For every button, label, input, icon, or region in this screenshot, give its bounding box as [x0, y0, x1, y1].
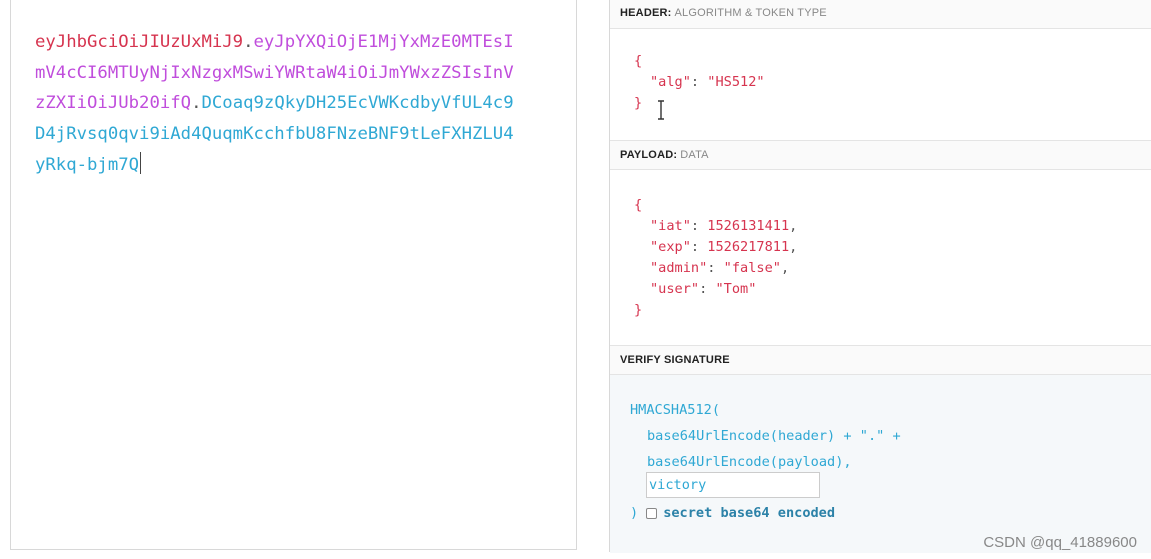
verify-line-header: base64UrlEncode(header) + "." +	[647, 428, 901, 444]
payload-subtitle: DATA	[680, 149, 709, 161]
text-caret	[140, 151, 142, 174]
header-title: HEADER:	[620, 7, 672, 19]
verify-code: HMACSHA512( base64UrlEncode(header) + ".…	[630, 397, 901, 475]
secret-input[interactable]	[646, 472, 820, 498]
separator-dot: .	[191, 93, 202, 114]
encoded-header-segment: eyJhbGciOiJIUzUxMiJ9	[35, 32, 244, 52]
closing-paren: )	[630, 505, 639, 521]
payload-title: PAYLOAD:	[620, 149, 678, 161]
watermark: CSDN @qq_41889600	[983, 534, 1137, 551]
close-brace: }	[634, 302, 643, 318]
header-section-title: HEADER: ALGORITHM & TOKEN TYPE	[610, 0, 1151, 29]
payload-json-editor[interactable]: { "iat": 1526131411, "exp": 1526217811, …	[634, 195, 797, 321]
open-brace: {	[634, 53, 643, 69]
text-cursor-icon	[658, 100, 664, 120]
verify-section-title: VERIFY SIGNATURE	[610, 345, 1151, 375]
encoded-token-textarea[interactable]: eyJhbGciOiJIUzUxMiJ9.eyJpYXQiOjE1MjYxMzE…	[35, 27, 515, 181]
payload-section-title: PAYLOAD: DATA	[610, 140, 1151, 170]
json-field-alg: "alg": "HS512"	[650, 74, 765, 90]
verify-signature-body: HMACSHA512( base64UrlEncode(header) + ".…	[610, 375, 1151, 553]
encoded-token-panel[interactable]: eyJhbGciOiJIUzUxMiJ9.eyJpYXQiOjE1MjYxMzE…	[10, 0, 577, 550]
decoded-panel: HEADER: ALGORITHM & TOKEN TYPE { "alg": "…	[609, 0, 1151, 553]
verify-closing-row: ) secret base64 encoded	[630, 505, 835, 521]
header-subtitle: ALGORITHM & TOKEN TYPE	[674, 7, 827, 19]
open-brace: {	[634, 197, 643, 213]
json-field-admin: "admin": "false",	[650, 260, 790, 276]
separator-dot: .	[243, 32, 254, 52]
verify-title: VERIFY SIGNATURE	[620, 354, 730, 366]
secret-base64-label[interactable]: secret base64 encoded	[663, 505, 835, 521]
json-field-user: "user": "Tom"	[650, 281, 757, 297]
secret-base64-checkbox[interactable]	[646, 507, 658, 519]
verify-line-function: HMACSHA512(	[630, 402, 721, 418]
header-json-editor[interactable]: { "alg": "HS512" }	[634, 51, 765, 114]
json-field-exp: "exp": 1526217811,	[650, 239, 798, 255]
json-field-iat: "iat": 1526131411,	[650, 218, 798, 234]
close-brace: }	[634, 95, 643, 111]
